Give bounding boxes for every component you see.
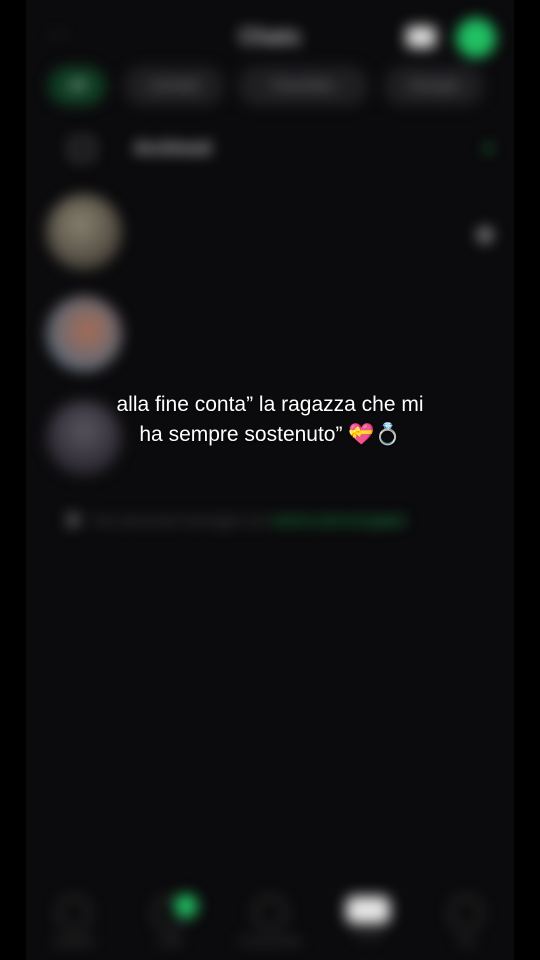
phone-screen: ⋯ Chats All Unread Favorites Groups Arch…	[26, 0, 514, 960]
chats-icon	[346, 896, 390, 924]
nav-label: You	[456, 936, 476, 948]
profile-icon	[449, 896, 483, 930]
calls-badge	[174, 894, 198, 918]
nav-communities[interactable]: Communities	[230, 896, 310, 956]
archive-icon	[70, 138, 94, 160]
archived-label: Archived	[134, 138, 212, 158]
nav-label: Calls	[157, 936, 183, 948]
avatar	[46, 296, 122, 372]
camera-icon[interactable]	[406, 26, 436, 48]
nav-you[interactable]: You	[426, 896, 506, 956]
blurred-whatsapp-chat-list: ⋯ Chats All Unread Favorites Groups Arch…	[26, 0, 514, 960]
caption-line-2: ha sempre sostenuto” 💝💍	[139, 423, 401, 446]
nav-updates[interactable]: Updates	[34, 896, 114, 956]
filter-chip-groups[interactable]: Groups	[384, 66, 484, 106]
filter-chip-favorites[interactable]: Favorites	[238, 66, 368, 106]
nav-chats[interactable]: Chats	[328, 896, 408, 956]
archived-row[interactable]: Archived 4	[26, 128, 514, 172]
chat-row[interactable]	[26, 186, 514, 278]
lock-icon	[68, 514, 78, 526]
nav-calls[interactable]: Calls	[130, 894, 210, 956]
nav-label: Communities	[237, 936, 303, 948]
encryption-text: Your personal messages are	[90, 512, 268, 528]
chat-row[interactable]	[26, 288, 514, 380]
filter-chip-all[interactable]: All	[48, 66, 106, 106]
updates-icon	[57, 896, 91, 930]
new-chat-button[interactable]	[456, 18, 496, 58]
nav-label: Chats	[353, 930, 383, 942]
encryption-link[interactable]: end-to-end encrypted	[272, 512, 405, 528]
bottom-navigation: Updates Calls Communities Chats You	[26, 890, 514, 960]
filter-chips: All Unread Favorites Groups	[48, 66, 508, 106]
communities-icon	[253, 896, 287, 930]
filter-chip-unread[interactable]: Unread	[124, 66, 224, 106]
nav-label: Updates	[53, 936, 95, 948]
archived-count: 4	[484, 140, 492, 156]
pin-icon	[475, 225, 495, 245]
page-title: Chats	[239, 24, 301, 49]
avatar	[46, 194, 122, 270]
video-caption: alla fine conta” la ragazza che mi ha se…	[0, 390, 540, 450]
app-header: ⋯ Chats	[26, 14, 514, 60]
encryption-notice: Your personal messages are end-to-end en…	[68, 512, 494, 528]
caption-line-1: alla fine conta” la ragazza che mi	[116, 393, 424, 416]
